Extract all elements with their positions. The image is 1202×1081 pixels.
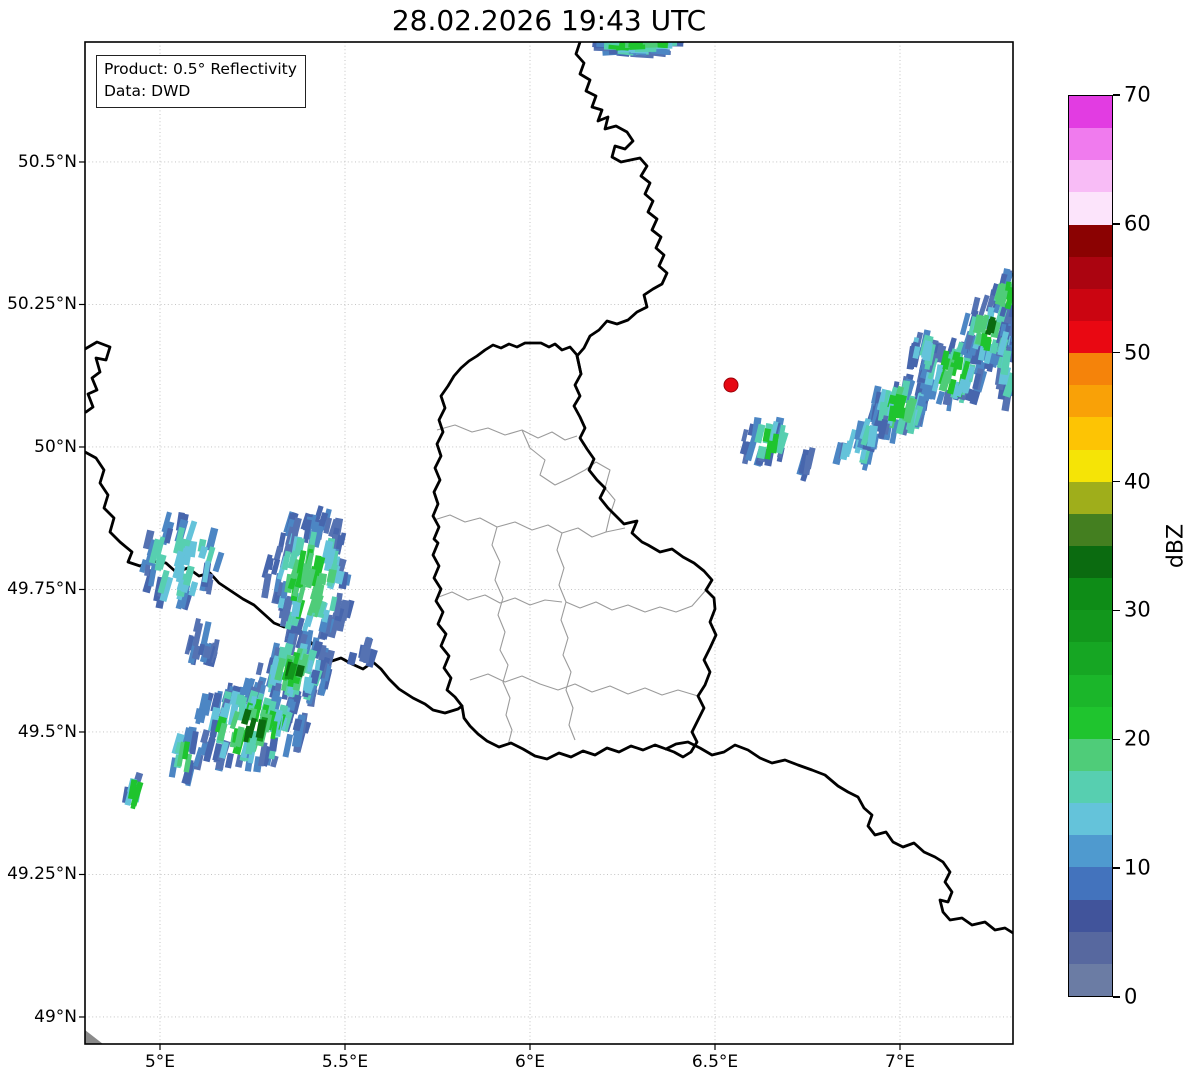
corner-patch xyxy=(85,1030,103,1044)
colorbar-segment xyxy=(1069,835,1112,867)
colorbar-segment xyxy=(1069,675,1112,707)
colorbar-tick xyxy=(1113,352,1120,353)
colorbar-segment xyxy=(1069,417,1112,449)
radar-site-dot xyxy=(724,378,738,392)
colorbar-tick xyxy=(1113,223,1120,224)
lon-tick-label: 5.5°E xyxy=(322,1052,368,1072)
luxembourg-cantons xyxy=(596,462,615,532)
colorbar-segment xyxy=(1069,739,1112,771)
colorbar-tick-label: 20 xyxy=(1124,727,1151,751)
country-borders-layer xyxy=(85,42,1013,933)
luxembourg-border xyxy=(433,343,716,759)
colorbar-segment xyxy=(1069,385,1112,417)
lon-tick-label: 6.5°E xyxy=(692,1052,738,1072)
colorbar-tick xyxy=(1113,867,1120,868)
colorbar-segment xyxy=(1069,321,1112,353)
colorbar-tick-label: 50 xyxy=(1124,340,1151,364)
colorbar-tick xyxy=(1113,94,1120,95)
colorbar-segment xyxy=(1069,867,1112,899)
colorbar-segment xyxy=(1069,900,1112,932)
radar-echo-layer xyxy=(122,35,1023,809)
lat-tick-label: 49°N xyxy=(34,1007,77,1027)
map-canvas xyxy=(0,0,1202,1081)
colorbar-tick-label: 0 xyxy=(1124,985,1137,1009)
colorbar-segment xyxy=(1069,482,1112,514)
lat-tick-label: 50.25°N xyxy=(7,294,77,314)
data-source-line: Data: DWD xyxy=(104,81,297,103)
colorbar-segment xyxy=(1069,932,1112,964)
lat-tick-label: 49.5°N xyxy=(18,722,77,742)
colorbar-tick xyxy=(1113,610,1120,611)
france-germany-border xyxy=(666,742,1013,933)
district-borders-layer xyxy=(434,425,706,745)
colorbar xyxy=(1068,95,1113,997)
luxembourg-cantons xyxy=(557,533,575,740)
luxembourg-cantons xyxy=(492,527,512,745)
colorbar-segment xyxy=(1069,642,1112,674)
luxembourg-cantons xyxy=(436,592,562,605)
product-info-line: Product: 0.5° Reflectivity xyxy=(104,59,297,81)
luxembourg-cantons xyxy=(566,590,706,612)
colorbar-segment xyxy=(1069,514,1112,546)
colorbar-segment xyxy=(1069,289,1112,321)
colorbar-tick-label: 40 xyxy=(1124,469,1151,493)
lon-tick-label: 6°E xyxy=(515,1052,545,1072)
colorbar-segment xyxy=(1069,964,1112,996)
colorbar-segment xyxy=(1069,578,1112,610)
colorbar-segment xyxy=(1069,192,1112,224)
grid-layer xyxy=(85,42,1013,1044)
plot-frame xyxy=(85,42,1013,1044)
colorbar-segment xyxy=(1069,353,1112,385)
colorbar-tick-label: 10 xyxy=(1124,856,1151,880)
colorbar-tick-label: 60 xyxy=(1124,211,1151,235)
colorbar-segment xyxy=(1069,707,1112,739)
luxembourg-cantons xyxy=(522,430,596,485)
colorbar-tick xyxy=(1113,996,1120,997)
radar-figure: 28.02.2026 19:43 UTC Product: 0.5° Refle… xyxy=(0,0,1202,1081)
lat-tick-label: 49.75°N xyxy=(7,579,77,599)
colorbar-segment xyxy=(1069,225,1112,257)
colorbar-segment xyxy=(1069,803,1112,835)
lat-tick-label: 50°N xyxy=(34,437,77,457)
belgium-germany-border xyxy=(576,42,667,374)
colorbar-tick xyxy=(1113,739,1120,740)
colorbar-label: dBZ xyxy=(1164,524,1189,568)
colorbar-segment xyxy=(1069,160,1112,192)
luxembourg-cantons xyxy=(434,515,625,537)
colorbar-segment xyxy=(1069,128,1112,160)
lon-tick-label: 7°E xyxy=(885,1052,915,1072)
luxembourg-cantons xyxy=(437,425,577,440)
colorbar-tick xyxy=(1113,481,1120,482)
colorbar-segment xyxy=(1069,771,1112,803)
colorbar-segment xyxy=(1069,257,1112,289)
colorbar-segment xyxy=(1069,610,1112,642)
colorbar-tick-label: 30 xyxy=(1124,598,1151,622)
lat-tick-label: 49.25°N xyxy=(7,864,77,884)
france-belgium-border-salient xyxy=(85,342,110,412)
colorbar-segment xyxy=(1069,546,1112,578)
lat-tick-label: 50.5°N xyxy=(18,152,77,172)
lon-tick-label: 5°E xyxy=(145,1052,175,1072)
colorbar-segment xyxy=(1069,96,1112,128)
axis-ticks xyxy=(79,162,900,1050)
colorbar-segment xyxy=(1069,450,1112,482)
colorbar-tick-label: 70 xyxy=(1124,83,1151,107)
product-info-box: Product: 0.5° Reflectivity Data: DWD xyxy=(96,55,306,108)
